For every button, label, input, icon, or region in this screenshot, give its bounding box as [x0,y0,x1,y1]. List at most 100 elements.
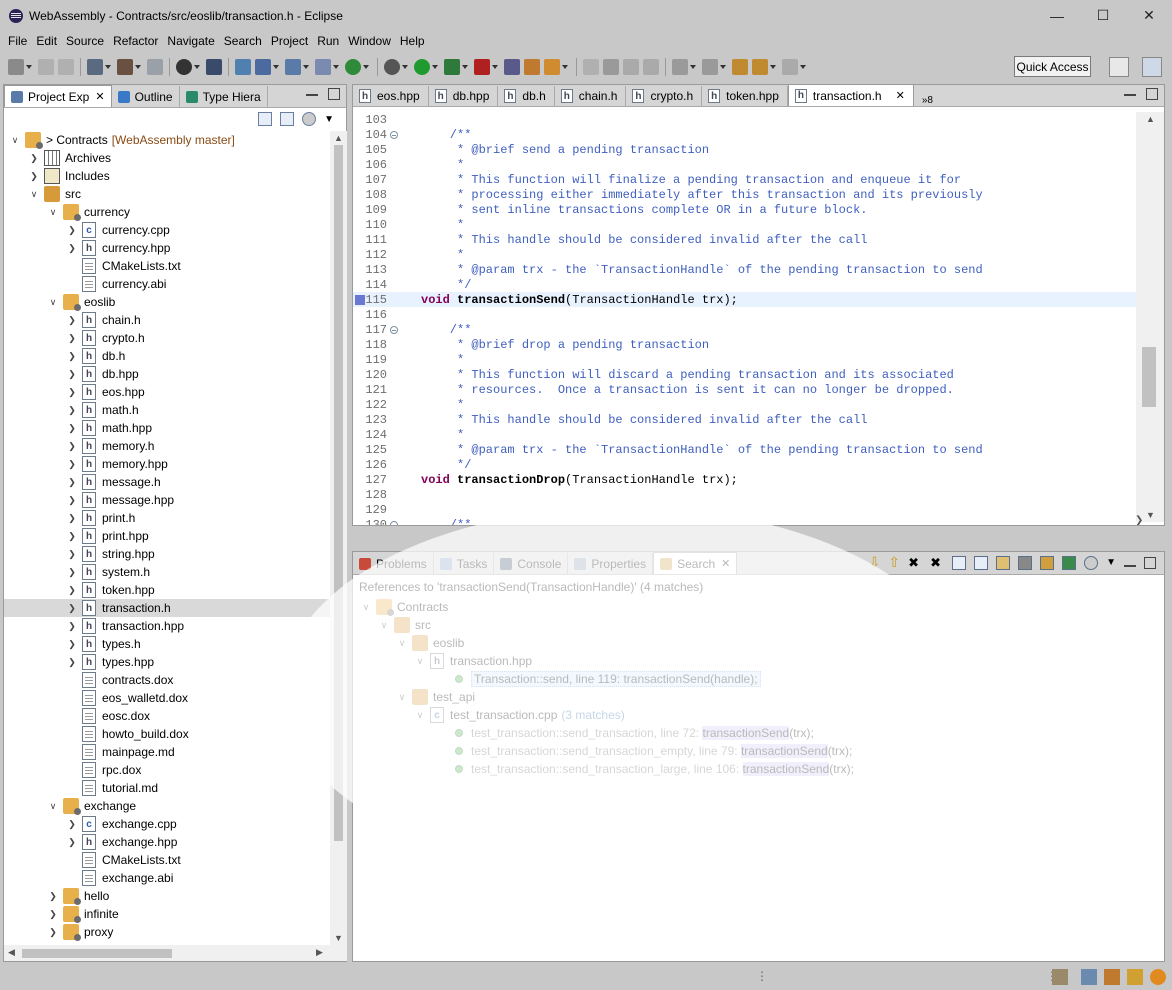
forward-icon[interactable] [782,59,798,75]
code-line[interactable]: 121 * resources. Once a transaction is s… [353,382,1136,397]
code-text-area[interactable]: 103 104 /** 105 * @brief send a pending tr… [353,112,1136,525]
tab-project-explorer[interactable]: Project Exp ✕ [4,85,112,107]
editor-hscroll-right[interactable]: ❯ [1135,515,1143,525]
expand-icon[interactable]: ❯ [67,567,77,578]
link-editor-icon[interactable] [280,112,295,126]
project-tree-item[interactable]: ❯ infinite [4,905,330,923]
tab-outline[interactable]: Outline [112,86,180,107]
code-line[interactable]: 120 * This function will discard a pendi… [353,367,1136,382]
collapse-icon[interactable]: ∨ [29,189,39,200]
expand-icon[interactable]: ❯ [67,837,77,848]
external-tools-icon[interactable] [474,59,490,75]
code-line[interactable]: 119 * [353,352,1136,367]
code-line[interactable]: 107 * This function will finalize a pend… [353,172,1136,187]
tab-token-hpp[interactable]: token.hpp [702,86,788,106]
result-eoslib-row[interactable]: ∨ eoslib [353,634,854,652]
code-line[interactable]: 126 */ [353,457,1136,472]
binary-icon[interactable] [147,59,163,75]
tab-console[interactable]: Console [494,553,569,574]
fold-icon[interactable] [390,325,398,334]
build-all-icon[interactable] [87,59,103,75]
menu-search[interactable]: Search [220,34,266,48]
collapse-icon[interactable]: ∨ [397,692,407,703]
expand-icon[interactable]: ❯ [67,657,77,668]
code-line[interactable]: 129 [353,502,1136,517]
project-tree-item[interactable]: ❯ chain.h [4,311,330,329]
tab-type-hierarchy[interactable]: Type Hiera [180,86,268,107]
project-tree-item[interactable]: ❯ Archives [4,149,330,167]
expand-icon[interactable]: ❯ [67,477,77,488]
expand-icon[interactable]: ❯ [67,441,77,452]
project-tree-item[interactable]: ❯ print.h [4,509,330,527]
collapse-all-icon[interactable] [258,112,273,126]
expand-icon[interactable]: ❯ [67,387,77,398]
prev-annotation-icon[interactable] [702,59,718,75]
project-tree-item[interactable]: eos_walletd.dox [4,689,330,707]
menu-window[interactable]: Window [344,34,395,48]
code-line[interactable]: 108 * processing either immediately afte… [353,187,1136,202]
open-type-icon[interactable] [504,59,520,75]
expand-icon[interactable]: ❯ [67,585,77,596]
expand-icon[interactable]: ❯ [67,405,77,416]
cancel-search-icon[interactable] [1018,555,1033,570]
project-tree-item[interactable]: howto_build.dox [4,725,330,743]
expand-icon[interactable]: ❯ [29,171,39,182]
code-line[interactable]: 113 * @param trx - the `TransactionHandl… [353,262,1136,277]
save-icon[interactable] [38,59,54,75]
code-line[interactable]: 104 /** [353,127,1136,142]
tutorial-icon[interactable] [1104,969,1120,985]
project-tree-item[interactable]: currency.abi [4,275,330,293]
new-cpp-project-icon[interactable] [255,59,271,75]
expand-icon[interactable]: ❯ [48,927,58,938]
code-line[interactable]: 110 * [353,217,1136,232]
collapse-icon[interactable]: ∨ [48,207,58,218]
fold-icon[interactable] [390,520,398,525]
tab-overflow-button[interactable]: »8 [914,95,941,106]
result-match-row[interactable]: test_transaction::send_transaction, line… [353,724,854,742]
code-line[interactable]: 118 * @brief drop a pending transaction [353,337,1136,352]
close-icon[interactable]: ✕ [721,557,730,570]
pen-tool-icon[interactable] [1127,969,1143,985]
minimize-editor-icon[interactable] [1124,88,1136,96]
code-line[interactable]: 105 * @brief send a pending transaction [353,142,1136,157]
project-tree-item[interactable]: ❯ message.h [4,473,330,491]
result-test-api-row[interactable]: ∨ test_api [353,688,854,706]
code-line[interactable]: 124 * [353,427,1136,442]
expand-icon[interactable]: ❯ [67,495,77,506]
git-icon[interactable] [1052,969,1068,985]
menu-file[interactable]: File [4,34,31,48]
code-line[interactable]: 125 * @param trx - the `TransactionHandl… [353,442,1136,457]
code-line[interactable]: 122 * [353,397,1136,412]
project-tree-item[interactable]: ❯ message.hpp [4,491,330,509]
expand-icon[interactable]: ❯ [67,603,77,614]
collapse-icon[interactable]: ∨ [10,135,20,146]
project-tree-hscrollbar[interactable]: ◀ ▶ [4,945,347,961]
collapse-all-icon[interactable] [974,555,989,570]
code-line[interactable]: 106 * [353,157,1136,172]
tab-properties[interactable]: Properties [568,553,654,574]
project-tree-item[interactable]: ∨ currency [4,203,330,221]
terminal-icon[interactable] [206,59,222,75]
expand-icon[interactable]: ❯ [67,639,77,650]
code-line[interactable]: 115 void transactionSend (TransactionHandl… [353,292,1136,307]
code-line[interactable]: 112 * [353,247,1136,262]
new-folder-icon[interactable] [285,59,301,75]
project-tree-item[interactable]: ❯ transaction.h [4,599,330,617]
project-tree-item[interactable]: ❯ eos.hpp [4,383,330,401]
collapse-icon[interactable]: ∨ [415,656,425,667]
result-file-row[interactable]: ∨ test_transaction.cpp (3 matches) [353,706,854,724]
expand-icon[interactable]: ❯ [67,621,77,632]
tab-chain-h[interactable]: chain.h [555,86,627,106]
last-edit-icon[interactable] [732,59,748,75]
project-tree-item[interactable]: ❯ print.hpp [4,527,330,545]
expand-icon[interactable]: ❯ [67,225,77,236]
project-tree-item[interactable]: ❯ db.h [4,347,330,365]
project-tree-item[interactable]: ❯ db.hpp [4,365,330,383]
next-annotation-icon[interactable] [672,59,688,75]
code-line[interactable]: 128 [353,487,1136,502]
prev-match-icon[interactable]: ⇧ [888,554,900,571]
expand-icon[interactable]: ❯ [67,819,77,830]
filters-icon[interactable] [302,112,317,126]
expand-icon[interactable]: ❯ [67,351,77,362]
collapse-icon[interactable]: ∨ [48,801,58,812]
